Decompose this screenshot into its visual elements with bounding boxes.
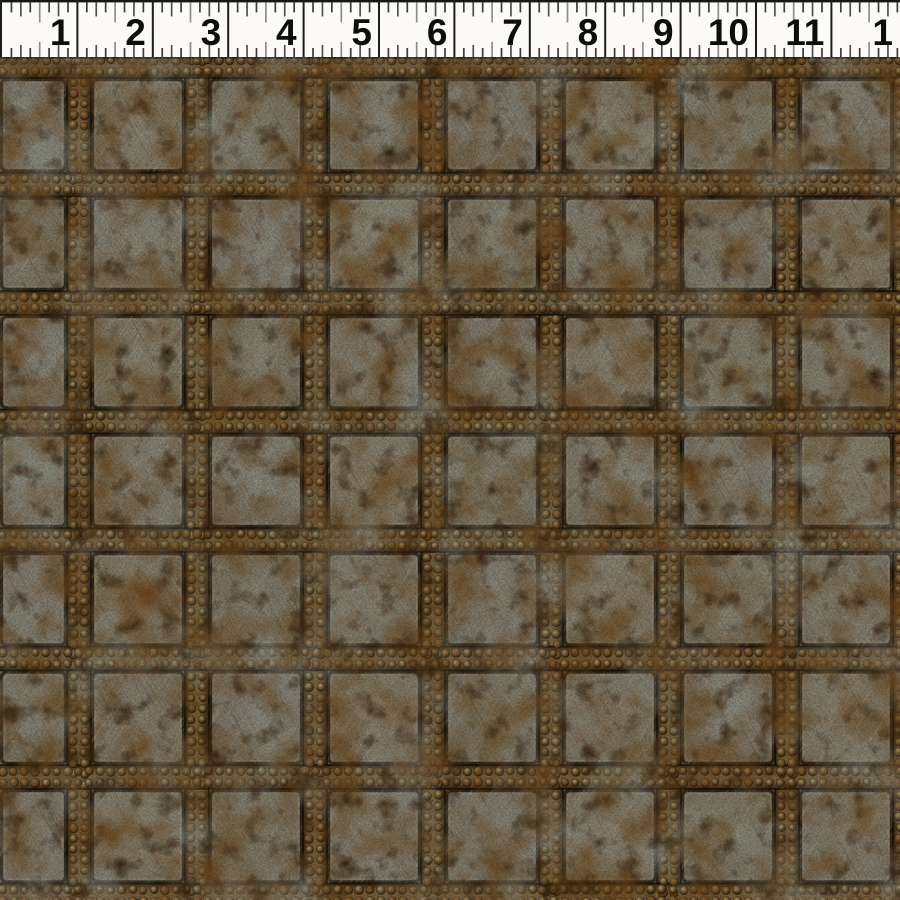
ruler-number: 3 [201,12,222,53]
ruler-number: 10 [708,12,749,53]
ruler-svg: 12345678910111 [0,0,900,57]
ruler-number: 2 [125,12,146,53]
fabric-root [0,57,900,900]
ruler-strip: 12345678910111 [0,0,900,57]
fabric-swatch-image: 12345678910111 [0,0,900,900]
ruler-number: 11 [785,12,824,53]
speckle-layer [0,57,900,900]
ruler-number: 8 [578,12,599,53]
ruler-number: 4 [276,12,297,53]
ruler-number: 7 [502,12,523,53]
ruler-number: 6 [427,12,448,53]
ruler-number: 1 [50,12,71,53]
ruler-number: 9 [653,12,674,53]
ruler-shadow [0,57,900,59]
fabric-pattern [0,57,900,900]
fabric-pattern-svg [0,57,900,900]
ruler-number: 5 [351,12,372,53]
ruler-number: 1 [872,12,893,53]
ruler-top-border [0,0,900,2]
